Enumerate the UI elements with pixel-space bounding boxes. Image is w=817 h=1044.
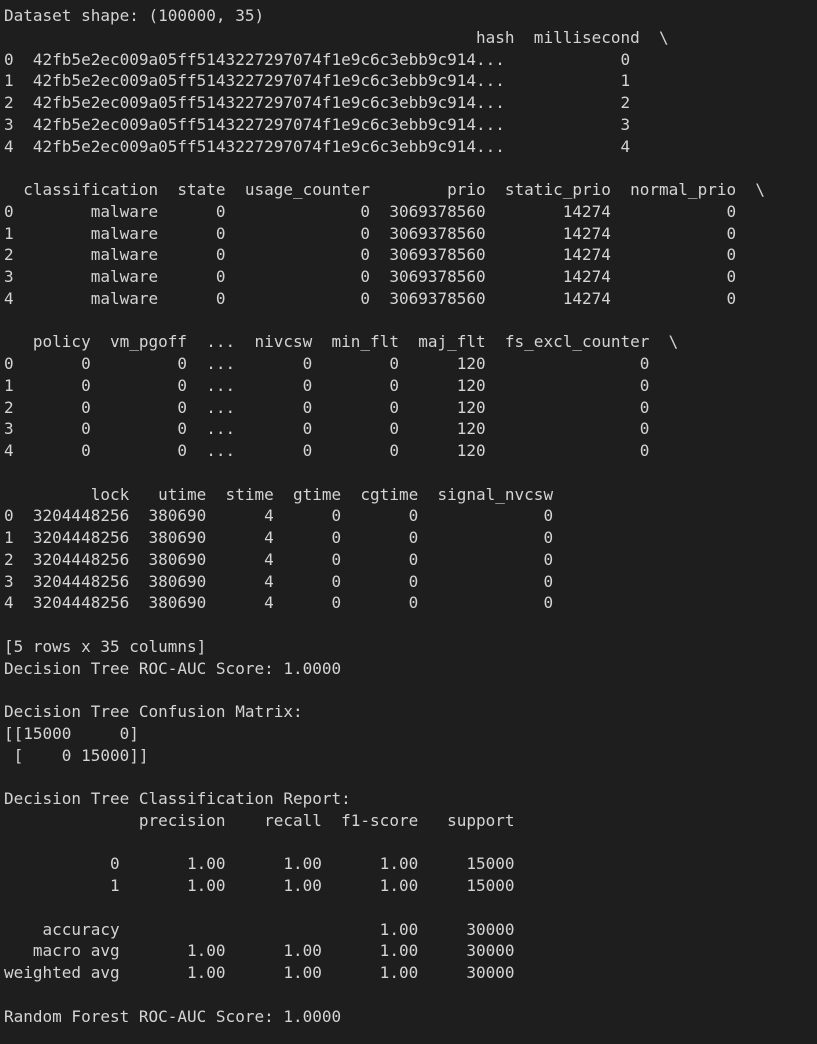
output-line: 3 3204448256 380690 4 0 0 0 <box>4 571 573 591</box>
console-output: Dataset shape: (100000, 35) hash millise… <box>0 0 817 1027</box>
output-line: 4 42fb5e2ec009a05ff5143227297074f1e9c6c3… <box>4 136 660 156</box>
output-line: Decision Tree Classification Report: <box>4 789 351 808</box>
output-line: 4 malware 0 0 3069378560 14274 0 <box>4 288 765 308</box>
output-line: 0 1.00 1.00 1.00 15000 <box>4 854 515 874</box>
output-line: 3 42fb5e2ec009a05ff5143227297074f1e9c6c3… <box>4 114 660 134</box>
output-line: 0 42fb5e2ec009a05ff5143227297074f1e9c6c3… <box>4 49 660 69</box>
output-line: precision recall f1-score support <box>4 810 515 830</box>
output-line: 1 malware 0 0 3069378560 14274 0 <box>4 223 765 243</box>
output-line: 4 0 0 ... 0 0 120 0 <box>4 441 679 460</box>
output-line: 3 0 0 ... 0 0 120 0 <box>4 419 679 439</box>
output-line: 1 42fb5e2ec009a05ff5143227297074f1e9c6c3… <box>4 71 660 91</box>
output-line: 0 0 0 ... 0 0 120 0 <box>4 354 679 373</box>
output-line: [[15000 0] <box>4 723 139 743</box>
output-line: 0 3204448256 380690 4 0 0 0 <box>4 506 573 526</box>
output-line: weighted avg 1.00 1.00 1.00 30000 <box>4 963 515 982</box>
output-line: Random Forest ROC-AUC Score: 1.0000 <box>4 1006 342 1026</box>
output-line: macro avg 1.00 1.00 1.00 30000 <box>4 941 515 961</box>
output-line: 1 3204448256 380690 4 0 0 0 <box>4 528 573 547</box>
output-line: hash millisecond \ <box>4 27 669 47</box>
output-line: 2 malware 0 0 3069378560 14274 0 <box>4 245 765 265</box>
output-line: [5 rows x 35 columns] <box>4 636 207 656</box>
output-line: 2 0 0 ... 0 0 120 0 <box>4 397 679 417</box>
output-line: 0 malware 0 0 3069378560 14274 0 <box>4 201 765 221</box>
output-line: [ 0 15000]] <box>4 745 149 765</box>
output-line: 2 3204448256 380690 4 0 0 0 <box>4 549 573 569</box>
output-line: Decision Tree ROC-AUC Score: 1.0000 <box>4 658 342 678</box>
output-line: accuracy 1.00 30000 <box>4 919 515 939</box>
output-line: 4 3204448256 380690 4 0 0 0 <box>4 593 573 613</box>
output-line: 3 malware 0 0 3069378560 14274 0 <box>4 267 765 286</box>
output-line: classification state usage_counter prio … <box>4 180 765 199</box>
output-line: Dataset shape: (100000, 35) <box>4 6 265 25</box>
output-line: Decision Tree Confusion Matrix: <box>4 702 303 721</box>
output-line: lock utime stime gtime cgtime signal_nvc… <box>4 484 573 504</box>
output-line: policy vm_pgoff ... nivcsw min_flt maj_f… <box>4 332 679 352</box>
output-line: 1 0 0 ... 0 0 120 0 <box>4 375 679 395</box>
output-line: 2 42fb5e2ec009a05ff5143227297074f1e9c6c3… <box>4 93 660 112</box>
output-line: 1 1.00 1.00 1.00 15000 <box>4 876 515 895</box>
